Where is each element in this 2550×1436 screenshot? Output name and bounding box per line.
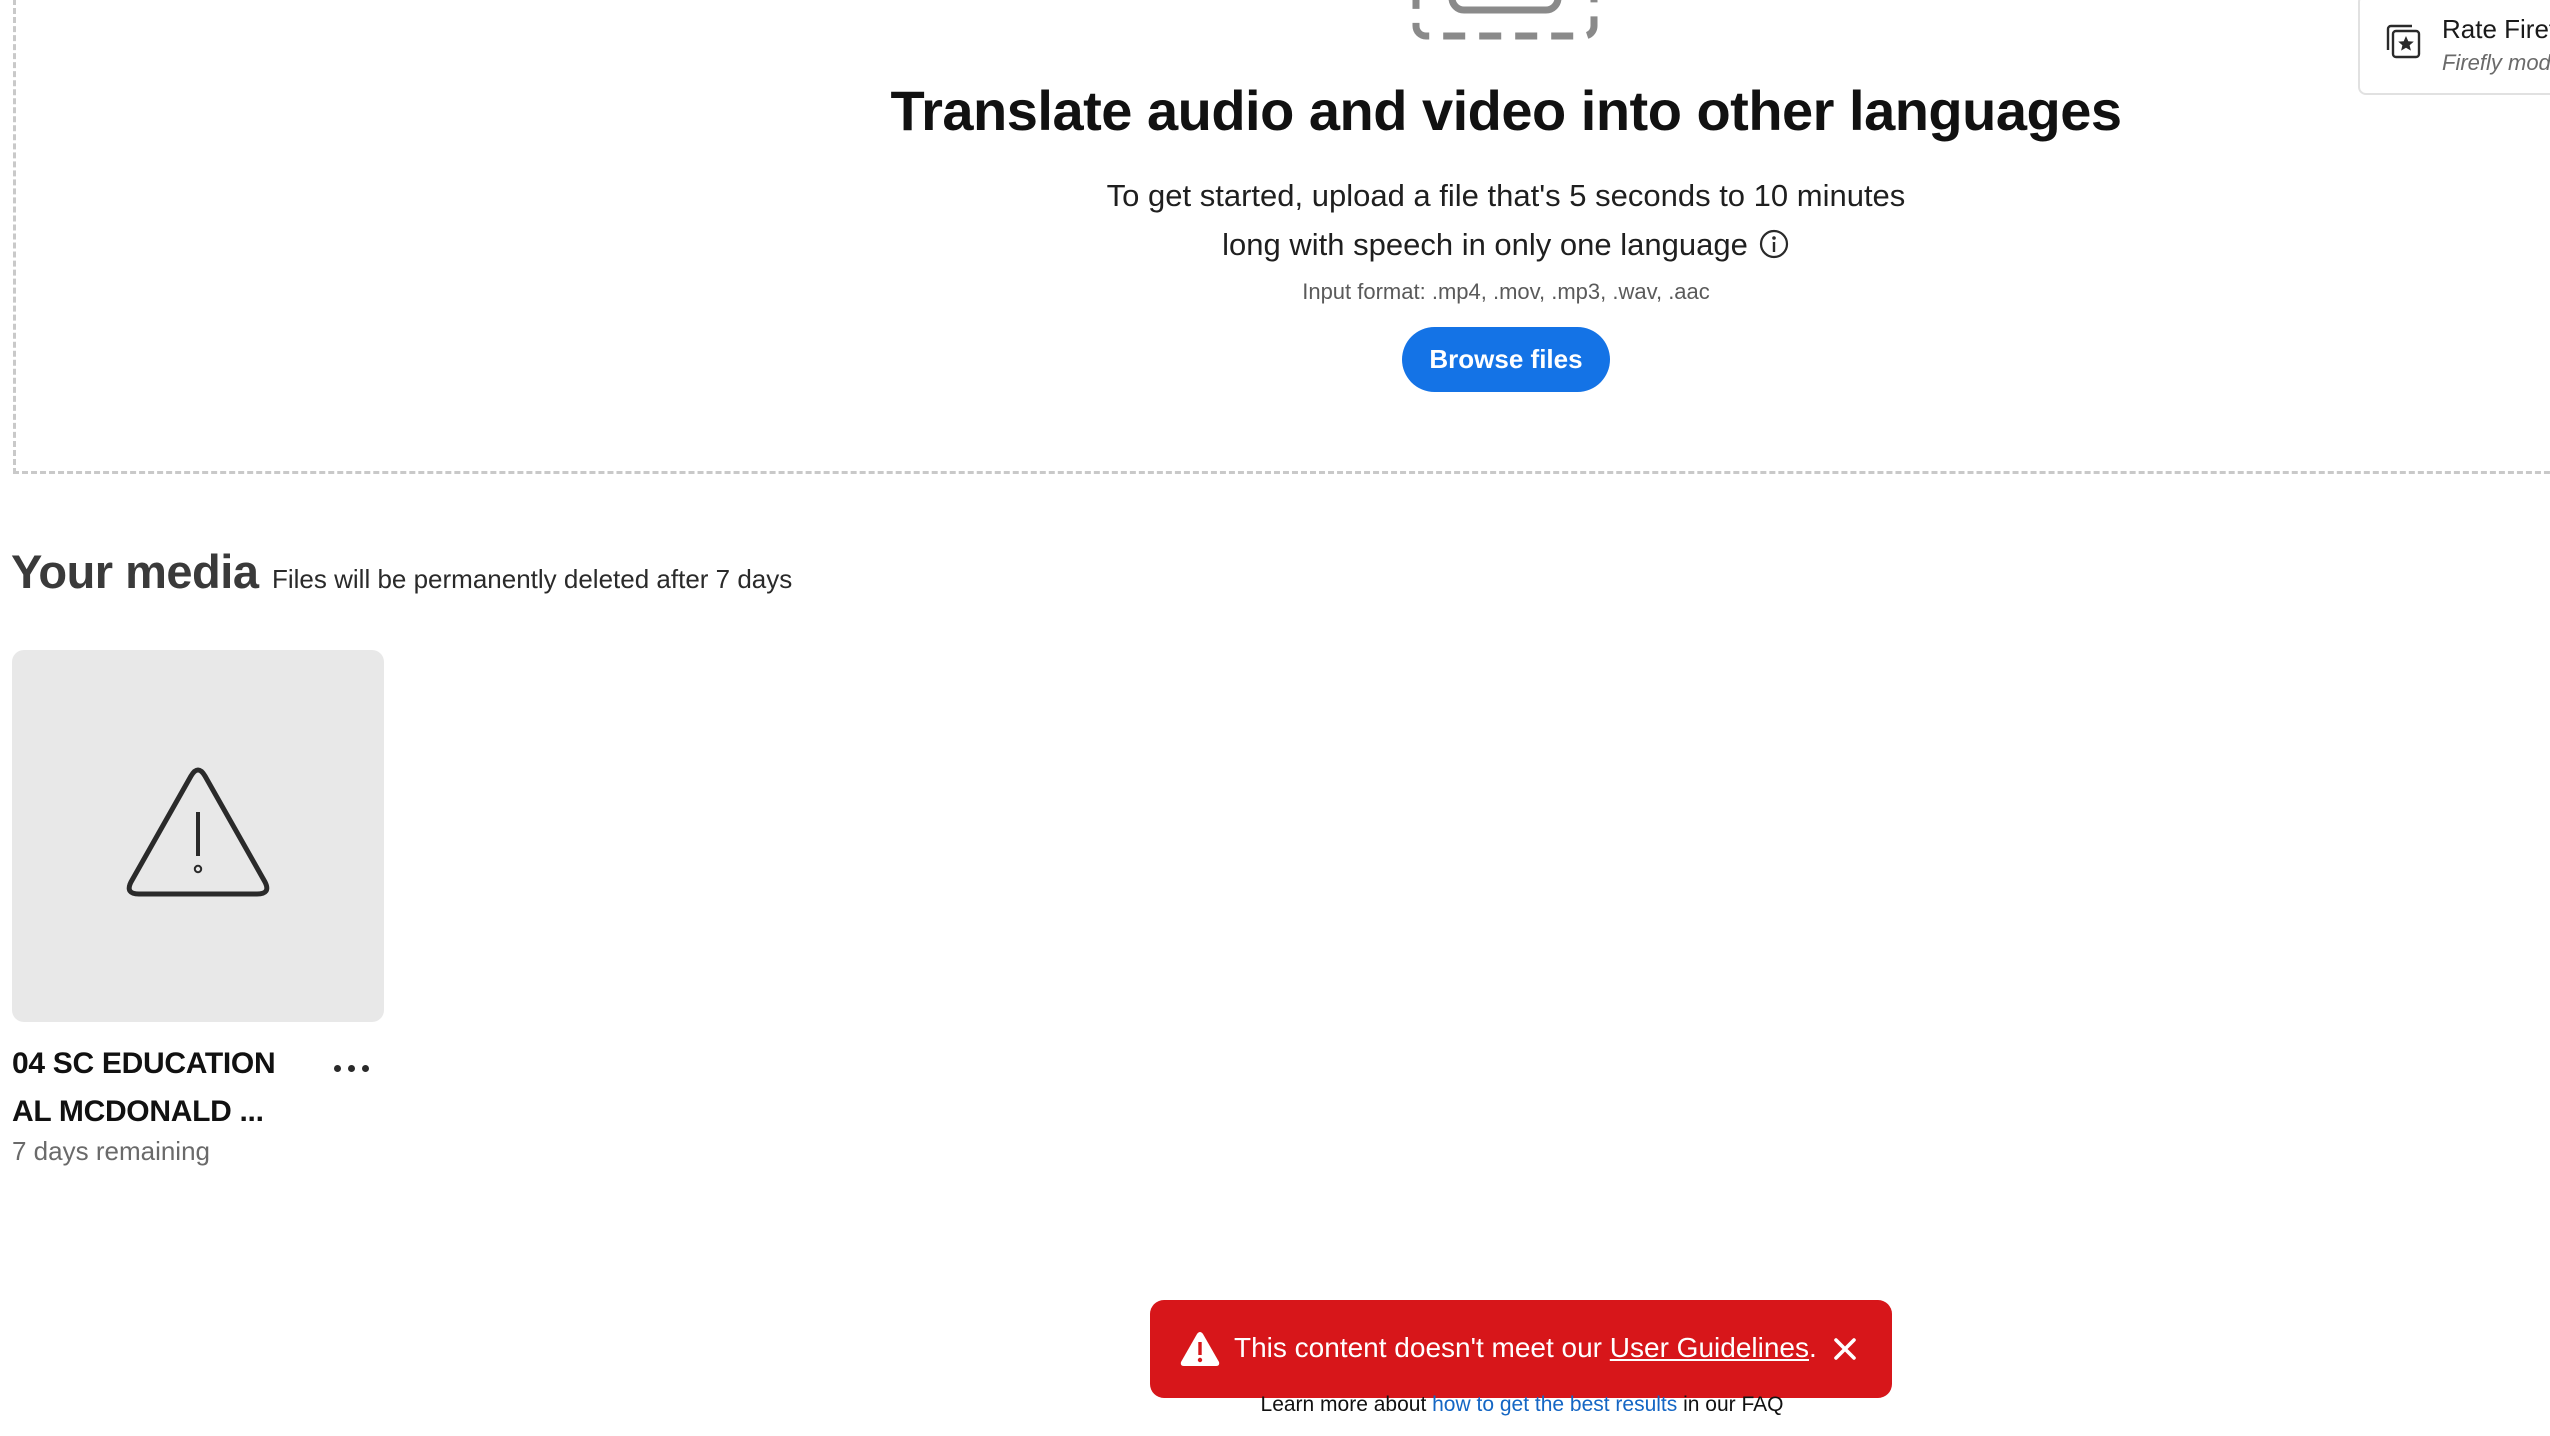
user-guidelines-link[interactable]: User Guidelines bbox=[1610, 1332, 1809, 1363]
media-item-title: 04 SC EDUCATION AL MCDONALD ... bbox=[12, 1040, 312, 1136]
browse-files-button[interactable]: Browse files bbox=[1402, 327, 1610, 392]
upload-placeholder-icon bbox=[1412, 0, 1598, 40]
faq-prefix: Learn more about bbox=[1260, 1393, 1433, 1416]
media-heading: Your media bbox=[11, 545, 259, 598]
page: Translate audio and video into other lan… bbox=[0, 0, 2550, 1436]
info-icon[interactable] bbox=[1758, 228, 1790, 260]
media-item-thumbnail[interactable] bbox=[12, 650, 384, 1022]
page-title: Translate audio and video into other lan… bbox=[890, 79, 2122, 142]
rate-panel-subtitle: Firefly mode bbox=[2442, 50, 2550, 75]
rate-firefly-panel[interactable]: Rate Firef Firefly mode bbox=[2358, 0, 2550, 95]
more-dot bbox=[334, 1065, 341, 1072]
upload-description: To get started, upload a file that's 5 s… bbox=[0, 171, 2550, 269]
upload-description-line-2: long with speech in only one language bbox=[0, 220, 2550, 269]
more-dot bbox=[362, 1065, 369, 1072]
upload-description-line-1: To get started, upload a file that's 5 s… bbox=[1106, 178, 1906, 213]
media-item-title-line-1: 04 SC EDUCATION bbox=[12, 1047, 276, 1080]
alert-icon bbox=[1180, 1332, 1220, 1366]
close-icon[interactable] bbox=[1830, 1334, 1860, 1364]
rate-star-icon bbox=[2386, 24, 2421, 59]
faq-note: Learn more about how to get the best res… bbox=[0, 1393, 2550, 1417]
faq-suffix: in our FAQ bbox=[1677, 1393, 1784, 1416]
toast-message-suffix: . bbox=[1808, 1332, 1817, 1363]
media-item-remaining: 7 days remaining bbox=[12, 1136, 210, 1166]
upload-description-line-2-text: long with speech in only one language bbox=[1222, 227, 1748, 262]
more-options-icon[interactable] bbox=[330, 1052, 374, 1084]
more-dot bbox=[348, 1065, 355, 1072]
best-results-link[interactable]: how to get the best results bbox=[1432, 1393, 1677, 1416]
toast-message: This content doesn't meet our User Guide… bbox=[1234, 1332, 1817, 1364]
rate-panel-title: Rate Firef bbox=[2442, 14, 2550, 44]
input-formats: Input format: .mp4, .mov, .mp3, .wav, .a… bbox=[1302, 279, 1710, 304]
media-item-title-line-2: AL MCDONALD ... bbox=[12, 1095, 264, 1128]
toast-message-text: This content doesn't meet our bbox=[1234, 1332, 1610, 1363]
warning-icon bbox=[126, 767, 270, 897]
media-retention-note: Files will be permanently deleted after … bbox=[272, 564, 793, 594]
error-toast: This content doesn't meet our User Guide… bbox=[1150, 1300, 1892, 1398]
